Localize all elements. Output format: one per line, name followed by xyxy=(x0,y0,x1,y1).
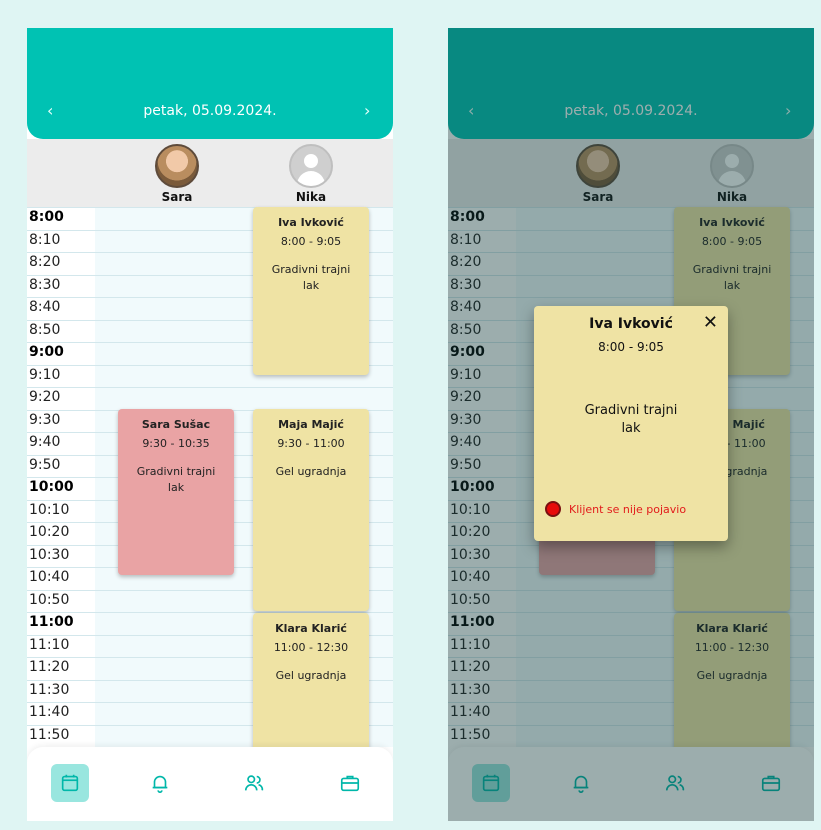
appointment-card[interactable]: Sara Sušac 9:30 - 10:35 Gradivni trajni … xyxy=(118,409,234,575)
time-label: 11:10 xyxy=(29,636,70,653)
time-label: 10:00 xyxy=(29,479,74,495)
time-label: 11:40 xyxy=(29,704,70,720)
appointment-service: Gel ugradnja xyxy=(275,669,347,682)
appointment-time: 8:00 - 9:05 xyxy=(280,235,342,248)
no-show-label: Klijent se nije pojavio xyxy=(569,502,687,516)
calendar-screen-default: ‹ petak, 05.09.2024. › Sara Nika 8:00 8:1… xyxy=(27,28,393,821)
calendar-screen-modal: ‹ petak, 05.09.2024. › Sara Nika 8:00 8:1… xyxy=(448,28,814,821)
briefcase-icon[interactable] xyxy=(331,764,369,802)
appointment-card[interactable]: Klara Klarić 11:00 - 12:30 Gel ugradnja xyxy=(253,613,369,753)
appointment-client: Sara Sušac xyxy=(141,418,211,431)
modal-service: Gradivni trajni lak xyxy=(584,403,678,436)
time-label: 8:30 xyxy=(29,276,61,293)
time-label: 8:20 xyxy=(29,254,61,270)
time-label: 9:40 xyxy=(29,434,61,450)
appointment-service: Gel ugradnja xyxy=(275,465,347,478)
appointment-client: Maja Majić xyxy=(278,418,344,431)
time-label: 11:20 xyxy=(29,659,70,675)
modal-time: 8:00 - 9:05 xyxy=(598,340,664,354)
time-label: 8:10 xyxy=(29,231,61,248)
bell-icon[interactable] xyxy=(141,764,179,802)
staff-nika[interactable]: Nika xyxy=(271,144,351,204)
appointment-service: Gradivni trajni lak xyxy=(136,465,216,494)
no-show-button[interactable]: Klijent se nije pojavio xyxy=(545,501,686,517)
staff-sara[interactable]: Sara xyxy=(137,144,217,204)
appointment-time: 9:30 - 11:00 xyxy=(277,437,345,450)
time-label: 9:50 xyxy=(29,456,61,473)
time-label: 10:10 xyxy=(29,501,70,518)
appointment-time: 11:00 - 12:30 xyxy=(273,641,349,654)
next-day-icon[interactable]: › xyxy=(364,101,370,120)
calendar-icon[interactable] xyxy=(51,764,89,802)
appointment-card[interactable]: Iva Ivković 8:00 - 9:05 Gradivni trajni … xyxy=(253,207,369,375)
avatar xyxy=(289,144,333,188)
time-label: 9:00 xyxy=(29,344,64,360)
bottom-nav xyxy=(27,747,393,821)
time-slot-row[interactable]: 9:20 xyxy=(27,387,393,410)
appointment-client: Iva Ivković xyxy=(278,216,344,229)
appointment-service: Gradivni trajni lak xyxy=(271,263,351,292)
appointment-client: Klara Klarić xyxy=(275,622,347,635)
time-label: 10:20 xyxy=(29,524,70,540)
time-label: 9:30 xyxy=(29,411,61,428)
time-label: 8:50 xyxy=(29,321,61,338)
time-label: 9:20 xyxy=(29,389,61,405)
appointment-modal: Iva Ivković ✕ 8:00 - 9:05 Gradivni trajn… xyxy=(534,306,728,541)
time-label: 10:40 xyxy=(29,569,70,585)
divider xyxy=(27,387,393,388)
avatar xyxy=(155,144,199,188)
staff-row: Sara Nika xyxy=(27,139,393,207)
appointment-card[interactable]: Maja Majić 9:30 - 11:00 Gel ugradnja xyxy=(253,409,369,611)
time-label: 8:00 xyxy=(29,209,64,225)
time-label: 8:40 xyxy=(29,299,61,315)
record-dot-icon xyxy=(545,501,561,517)
close-icon[interactable]: ✕ xyxy=(703,312,718,333)
appointment-time: 9:30 - 10:35 xyxy=(142,437,210,450)
time-label: 11:00 xyxy=(29,614,74,630)
time-label: 9:10 xyxy=(29,366,61,383)
users-icon[interactable] xyxy=(235,764,273,802)
staff-name: Sara xyxy=(161,190,193,204)
date-label: petak, 05.09.2024. xyxy=(143,103,277,119)
time-label: 10:30 xyxy=(29,546,70,563)
time-label: 11:30 xyxy=(29,681,70,698)
header: ‹ petak, 05.09.2024. › xyxy=(27,28,393,139)
schedule-grid: 8:00 8:10 8:20 8:30 8:40 8:50 9:00 9:10 9:20 9:30… xyxy=(27,207,393,753)
time-label: 11:50 xyxy=(29,726,70,743)
modal-client-name: Iva Ivković xyxy=(589,316,673,332)
staff-name: Nika xyxy=(295,190,327,204)
time-label: 10:50 xyxy=(29,591,70,608)
